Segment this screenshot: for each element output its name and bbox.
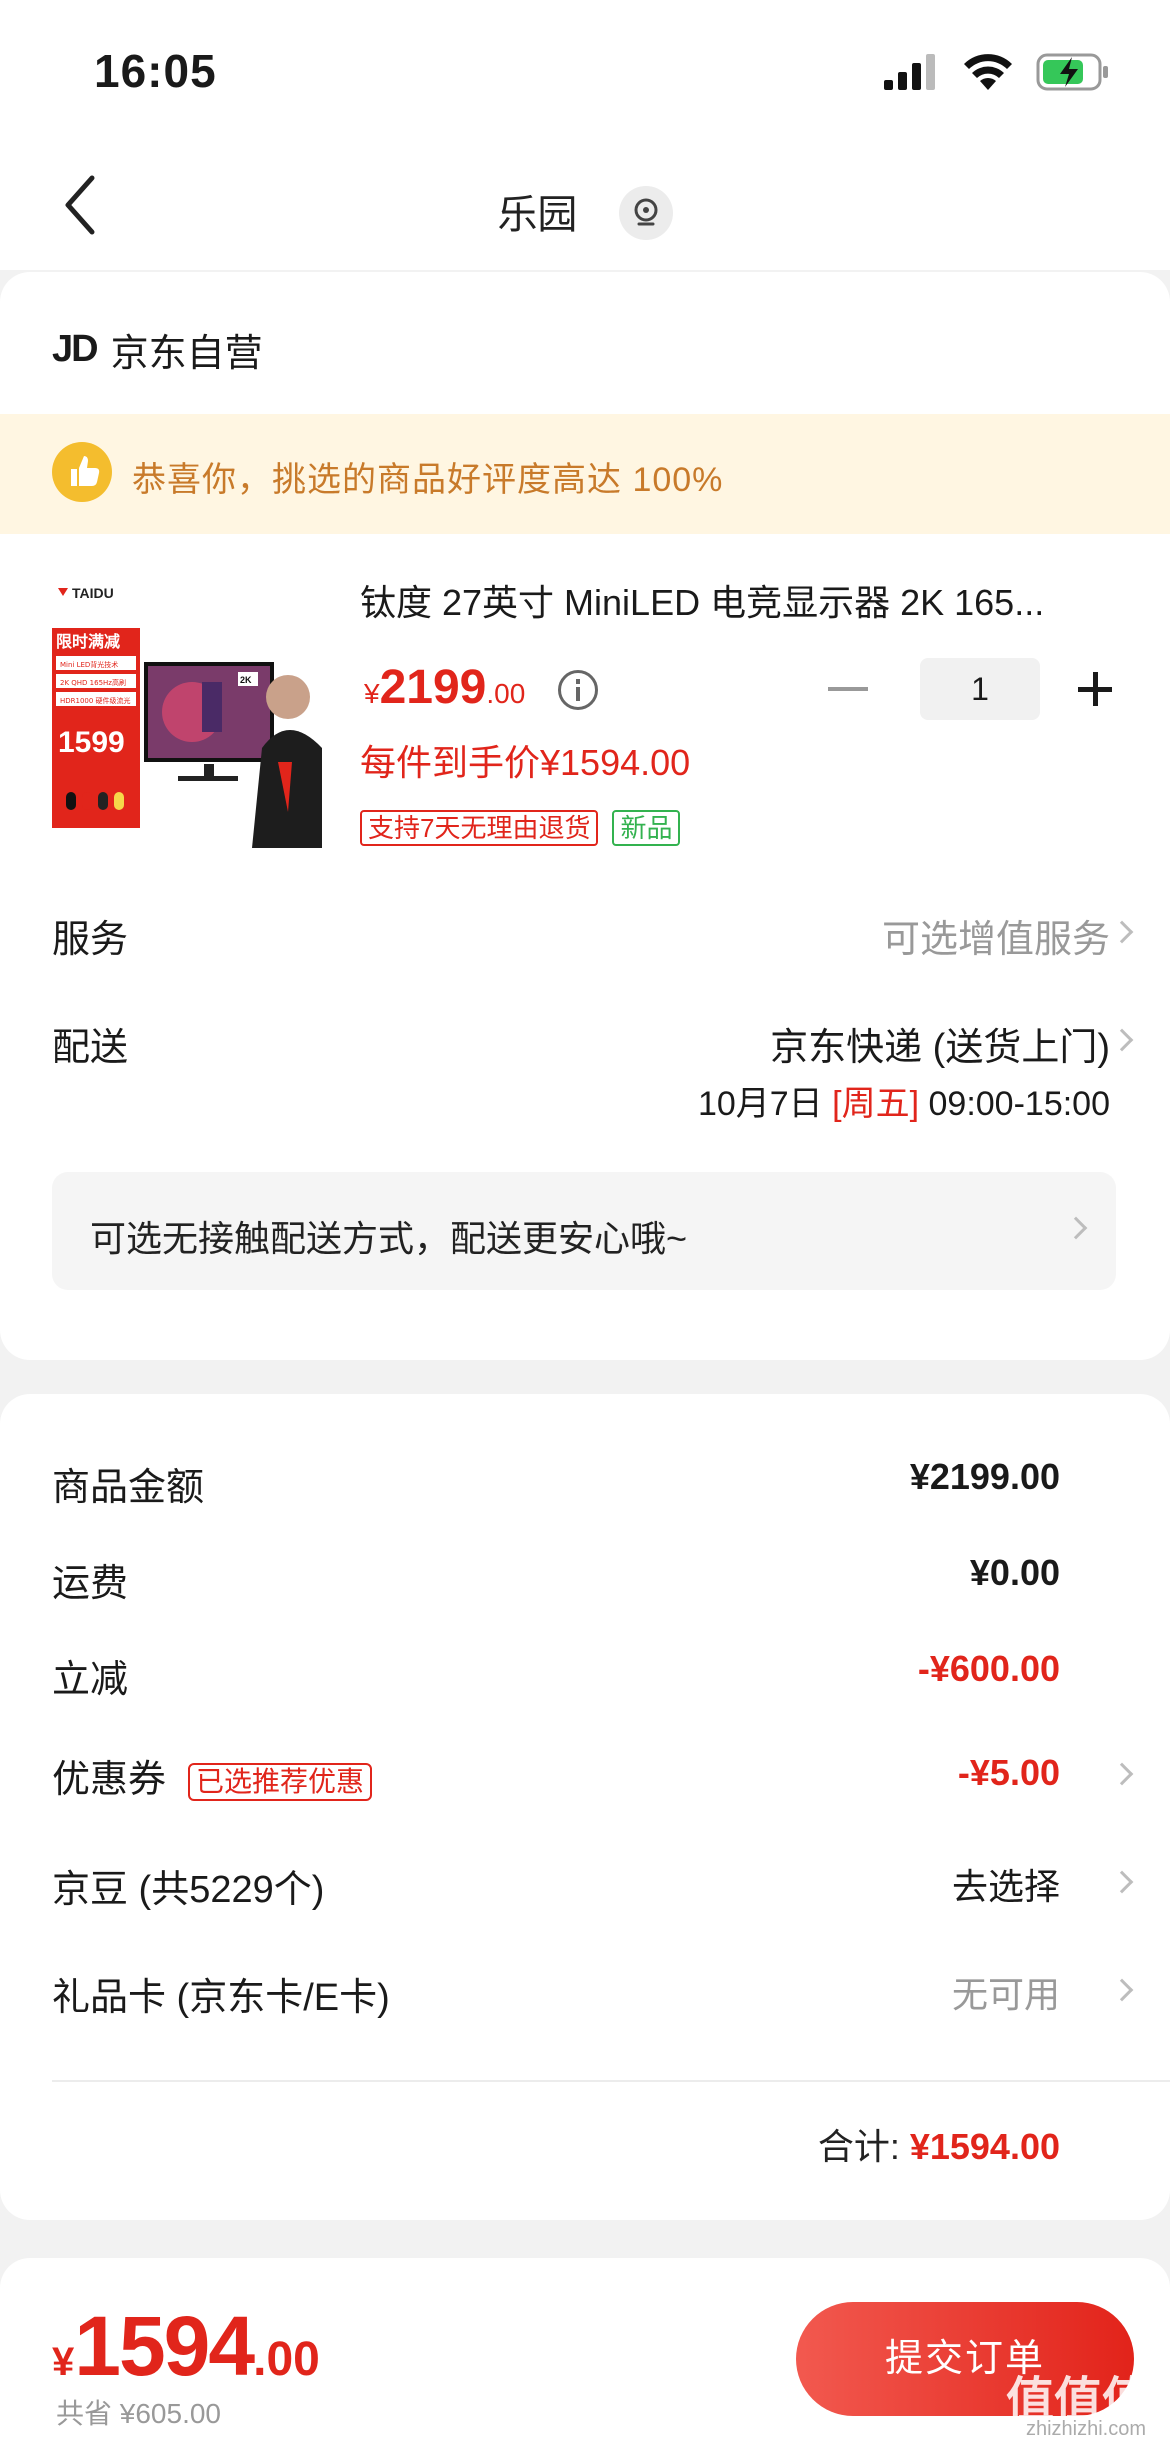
return-policy-tag: 支持7天无理由退货: [360, 810, 599, 846]
product-title[interactable]: 钛度 27英寸 MiniLED 电竞显示器 2K 165...: [360, 574, 1100, 626]
status-bar: 16:05: [0, 0, 1170, 140]
summary-goods-label: 商品金额: [52, 1467, 205, 1509]
summary-shipping-value: ¥0.00: [969, 1552, 1060, 1593]
delivery-date: 10月7日: [697, 1085, 823, 1123]
delivery-time-row[interactable]: 10月7日 [周五] 09:00-15:00: [698, 1076, 1110, 1125]
contactless-delivery-option[interactable]: 可选无接触配送方式，配送更安心哦~: [52, 1172, 1116, 1290]
pay-integer: 1594: [74, 2299, 255, 2393]
promo-price: 1599: [58, 726, 125, 759]
delivery-method[interactable]: 京东快递 (送货上门): [770, 1016, 1110, 1071]
promo-line3: HDR1000 硬件级流光: [60, 696, 131, 705]
giftcard-chevron-icon[interactable]: [1110, 1978, 1134, 2002]
product-tags: 支持7天无理由退货 新品: [360, 810, 681, 846]
pay-currency: ¥: [52, 2340, 75, 2384]
praise-text: 恭喜你，挑选的商品好评度高达 100%: [132, 461, 724, 499]
quantity-input[interactable]: 1: [920, 658, 1040, 720]
svg-text:2K: 2K: [240, 675, 252, 685]
jingdou-chevron-icon[interactable]: [1110, 1870, 1134, 1894]
promo-line2: 2K QHD 165Hz高刷: [60, 678, 126, 687]
saved-amount: 共省 ¥605.00: [56, 2398, 221, 2429]
nav-title[interactable]: 乐园: [0, 182, 1170, 244]
coupon-value[interactable]: -¥5.00: [958, 1752, 1060, 1794]
status-time: 16:05: [94, 45, 217, 97]
summary-divider: [52, 2080, 1170, 2082]
quantity-stepper: 1: [828, 658, 1112, 720]
jingdou-label: 京豆 (共5229个): [52, 1869, 325, 1911]
brand-text: TAIDU: [72, 585, 114, 601]
info-icon[interactable]: [558, 670, 598, 710]
summary-discount-label: 立减: [52, 1659, 129, 1701]
service-chevron-icon[interactable]: [1110, 920, 1134, 944]
jingdou-value[interactable]: 去选择: [952, 1858, 1060, 1910]
location-icon[interactable]: [618, 186, 673, 241]
thumbs-up-icon: [52, 442, 112, 502]
summary-shipping-label: 运费: [52, 1563, 129, 1605]
shop-row: JD 京东自营: [52, 322, 263, 377]
service-label: 服务: [52, 919, 129, 961]
wifi-icon: [964, 54, 1012, 90]
contactless-text: 可选无接触配送方式，配送更安心哦~: [90, 1218, 688, 1259]
giftcard-label: 礼品卡 (京东卡/E卡): [52, 1977, 390, 2019]
product-price: ¥2199.00: [364, 660, 525, 715]
pay-price: ¥1594.00: [52, 2298, 320, 2395]
checkout-bar: ¥1594.00 共省 ¥605.00 提交订单: [0, 2258, 1170, 2445]
coupon-row[interactable]: 优惠券 已选推荐优惠: [52, 1748, 373, 1803]
promo-text: 限时满减: [56, 632, 120, 651]
quantity-decrease-button[interactable]: [828, 687, 868, 691]
hand-price: 每件到手价¥1594.00: [360, 742, 691, 783]
shop-name: 京东自营: [110, 333, 263, 375]
summary-card: 商品金额 ¥2199.00 运费 ¥0.00 立减 -¥600.00 优惠券 已选…: [0, 1394, 1170, 2220]
service-value[interactable]: 可选增值服务: [882, 908, 1110, 963]
coupon-chevron-icon[interactable]: [1110, 1762, 1134, 1786]
price-integer: 2199: [379, 661, 487, 714]
nav-title-text: 乐园: [497, 193, 578, 237]
praise-banner: 恭喜你，挑选的商品好评度高达 100%: [0, 414, 1170, 534]
coupon-label: 优惠券: [52, 1759, 167, 1801]
product-image[interactable]: TAIDU 限时满减 Mini LED背光技术 2K QHD 165Hz高刷 H…: [52, 572, 328, 848]
delivery-label: 配送: [52, 1027, 129, 1069]
battery-charging-icon: [1036, 53, 1108, 91]
watermark-url: zhizhizhi.com: [1025, 2418, 1146, 2440]
summary-total-label: 合计:: [817, 2126, 900, 2167]
status-icons: [884, 52, 1110, 92]
coupon-recommended-tag: 已选推荐优惠: [188, 1762, 373, 1801]
promo-line1: Mini LED背光技术: [60, 660, 118, 669]
signal-icon: [884, 54, 935, 90]
giftcard-value[interactable]: 无可用: [952, 1966, 1060, 2018]
price-currency: ¥: [364, 678, 380, 709]
price-decimal: .00: [486, 678, 526, 709]
nav-bar: 乐园: [0, 140, 1170, 270]
order-card: JD 京东自营 恭喜你，挑选的商品好评度高达 100% TAIDU 限时满减 M…: [0, 272, 1170, 1360]
new-product-tag: 新品: [612, 810, 681, 846]
delivery-time: 09:00-15:00: [928, 1085, 1111, 1123]
contactless-chevron-icon: [1064, 1216, 1088, 1240]
jd-logo: JD: [52, 328, 99, 370]
quantity-increase-button[interactable]: [1078, 672, 1112, 706]
pay-decimal: .00: [253, 2333, 320, 2386]
summary-total-value: ¥1594.00: [909, 2126, 1060, 2167]
summary-goods-value: ¥2199.00: [909, 1456, 1060, 1497]
summary-discount-value: -¥600.00: [917, 1648, 1060, 1689]
delivery-weekday: [周五]: [832, 1085, 920, 1123]
delivery-chevron-icon[interactable]: [1110, 1028, 1134, 1052]
summary-total: 合计: ¥1594.00: [818, 2118, 1060, 2170]
